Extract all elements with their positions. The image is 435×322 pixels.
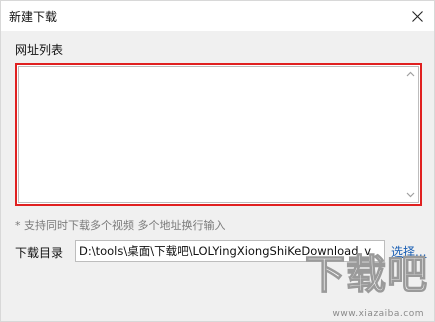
dialog-title: 新建下载 [9,10,58,24]
title-bar[interactable]: 新建下载 [1,1,434,31]
url-list-label: 网址列表 [15,43,64,57]
download-dir-label: 下载目录 [15,246,64,260]
watermark-url: www.xiazaiba.com [332,309,424,319]
url-list-textarea[interactable] [18,66,419,203]
scroll-down-icon[interactable] [406,190,415,199]
new-download-dialog: 新建下载 网址列表 * 支持同时下载多个视频 多个地址换行输入 下载目录 D:\… [0,0,435,322]
close-button[interactable] [404,3,430,29]
url-list-scrollbar[interactable] [403,67,418,202]
scroll-up-icon[interactable] [406,70,415,79]
dialog-body: 网址列表 * 支持同时下载多个视频 多个地址换行输入 下载目录 D:\tools… [1,31,434,321]
watermark-text: 下载吧 [304,251,428,298]
watermark-logo: 下载吧 www.xiazaiba.com [284,251,430,319]
input-hint: * 支持同时下载多个视频 多个地址换行输入 [15,219,226,232]
close-icon [411,10,423,22]
url-list-highlight [15,63,422,206]
